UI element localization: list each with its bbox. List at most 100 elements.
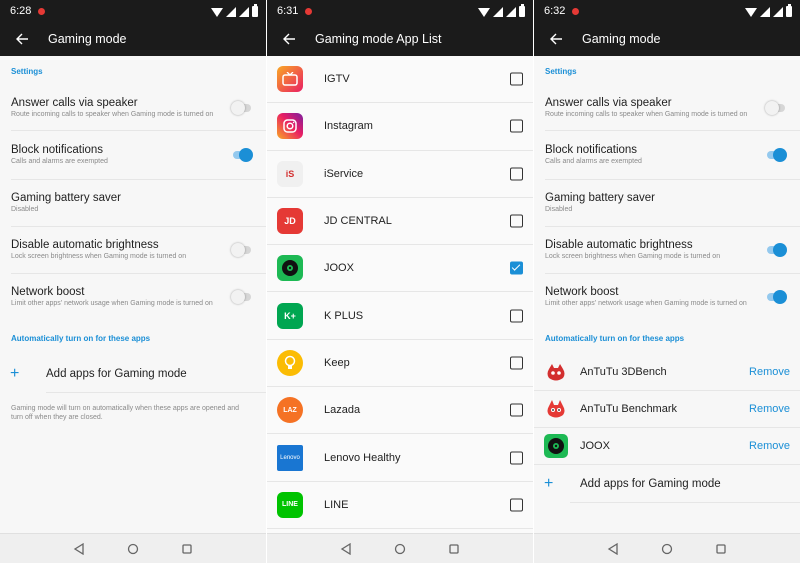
remove-antutu-benchmark-button[interactable]: Remove — [749, 403, 790, 415]
setting-title: Disable automatic brightness — [545, 239, 693, 251]
lazada-icon: LAZ — [277, 397, 303, 424]
wifi-icon — [478, 7, 490, 17]
setting-disable-auto-brightness[interactable]: Disable automatic brightness Lock screen… — [534, 227, 800, 273]
status-bar: 6:32 — [534, 0, 800, 22]
app-row-instagram[interactable]: Instagram — [267, 103, 533, 151]
app-list: IGTV Instagram iS iService JD JD CENTRAL — [267, 56, 533, 533]
app-checkbox-igtv[interactable] — [510, 72, 523, 86]
nav-home-icon[interactable] — [393, 542, 407, 556]
back-arrow-icon[interactable] — [12, 29, 32, 49]
back-arrow-icon[interactable] — [279, 29, 299, 49]
app-row-lazada[interactable]: LAZ Lazada — [267, 387, 533, 435]
setting-disable-auto-brightness[interactable]: Disable automatic brightness Lock screen… — [0, 227, 266, 273]
setting-answer-calls[interactable]: Answer calls via speaker Route incoming … — [0, 86, 266, 130]
battery-icon — [519, 3, 525, 17]
setting-subtitle: Lock screen brightness when Gaming mode … — [545, 253, 721, 260]
antutu-3dbench-icon — [544, 360, 568, 384]
nav-recents-icon[interactable] — [447, 542, 461, 556]
setting-network-boost[interactable]: Network boost Limit other apps' network … — [0, 274, 266, 320]
setting-block-notifications[interactable]: Block notifications Calls and alarms are… — [0, 131, 266, 179]
setting-title: Gaming battery saver — [11, 192, 121, 204]
notification-dot-icon — [38, 7, 46, 15]
app-row-keep[interactable]: Keep — [267, 340, 533, 388]
setting-gaming-battery-saver[interactable]: Gaming battery saver Disabled — [534, 180, 800, 226]
disable-auto-brightness-toggle[interactable] — [231, 243, 253, 257]
setting-block-notifications[interactable]: Block notifications Calls and alarms are… — [534, 131, 800, 179]
navigation-bar — [534, 533, 800, 563]
app-checkbox-lazada[interactable] — [510, 403, 523, 417]
app-row-iservice[interactable]: iS iService — [267, 151, 533, 198]
nav-back-icon[interactable] — [339, 542, 353, 556]
nav-home-icon[interactable] — [126, 542, 140, 556]
app-row-lenovo-healthy[interactable]: Lenovo Lenovo Healthy — [267, 434, 533, 482]
network-boost-toggle[interactable] — [231, 290, 253, 304]
app-checkbox-instagram[interactable] — [510, 119, 523, 133]
app-checkbox-keep[interactable] — [510, 356, 523, 370]
answer-calls-toggle[interactable] — [765, 101, 787, 115]
app-toolbar: Gaming mode App List — [267, 22, 533, 56]
app-row-igtv[interactable]: IGTV — [267, 56, 533, 104]
add-apps-button[interactable]: + Add apps for Gaming mode — [0, 356, 266, 392]
setting-subtitle: Limit other apps' network usage when Gam… — [11, 300, 213, 307]
app-toolbar: Gaming mode — [0, 22, 266, 56]
divider — [570, 502, 800, 503]
battery-icon — [786, 3, 792, 17]
setting-subtitle: Route incoming calls to speaker when Gam… — [545, 111, 748, 118]
wifi-icon — [211, 7, 223, 17]
status-time: 6:31 — [277, 5, 299, 17]
setting-subtitle: Limit other apps' network usage when Gam… — [545, 300, 747, 307]
setting-network-boost[interactable]: Network boost Limit other apps' network … — [534, 274, 800, 320]
disable-auto-brightness-toggle[interactable] — [765, 243, 787, 257]
nav-back-icon[interactable] — [606, 542, 620, 556]
block-notifications-toggle[interactable] — [765, 148, 787, 162]
settings-content: Settings Answer calls via speaker Route … — [0, 56, 266, 533]
remove-antutu-3dbench-button[interactable]: Remove — [749, 366, 790, 378]
screen-gaming-app-list: 6:31 Gaming mode App List IGTV Instagram… — [267, 0, 533, 563]
remove-joox-button[interactable]: Remove — [749, 440, 790, 452]
app-checkbox-joox[interactable] — [510, 261, 523, 275]
app-row-k-plus[interactable]: K+ K PLUS — [267, 292, 533, 340]
add-apps-button[interactable]: + Add apps for Gaming mode — [534, 465, 800, 502]
back-arrow-icon[interactable] — [546, 29, 566, 49]
jd-central-icon: JD — [277, 208, 303, 235]
navigation-bar — [267, 533, 533, 563]
status-icons — [211, 3, 258, 17]
game-row-antutu-benchmark: AnTuTu Benchmark Remove — [534, 391, 800, 428]
nav-back-icon[interactable] — [72, 542, 86, 556]
page-title: Gaming mode — [48, 32, 127, 46]
wifi-icon — [745, 7, 757, 17]
app-toolbar: Gaming mode — [534, 22, 800, 56]
app-row-line[interactable]: LINE LINE — [267, 482, 533, 529]
game-row-joox: JOOX Remove — [534, 428, 800, 465]
app-checkbox-lenovo-healthy[interactable] — [510, 451, 523, 465]
notification-dot-icon — [572, 7, 580, 15]
setting-gaming-battery-saver[interactable]: Gaming battery saver Disabled — [0, 180, 266, 226]
answer-calls-toggle[interactable] — [231, 101, 253, 115]
setting-subtitle: Disabled — [11, 206, 39, 213]
status-time: 6:28 — [10, 5, 32, 17]
setting-title: Block notifications — [11, 144, 104, 156]
app-checkbox-k-plus[interactable] — [510, 309, 523, 323]
app-name: Lenovo Healthy — [324, 451, 401, 464]
nav-home-icon[interactable] — [660, 542, 674, 556]
block-notifications-toggle[interactable] — [231, 148, 253, 162]
setting-subtitle: Calls and alarms are exempted — [11, 158, 108, 165]
setting-title: Disable automatic brightness — [11, 239, 159, 251]
app-checkbox-line[interactable] — [510, 498, 523, 512]
app-row-jd-central[interactable]: JD JD CENTRAL — [267, 198, 533, 246]
app-checkbox-iservice[interactable] — [510, 167, 523, 181]
app-row-joox[interactable]: JOOX — [267, 245, 533, 293]
app-checkbox-jd-central[interactable] — [510, 214, 523, 228]
app-name: JD CENTRAL — [324, 215, 392, 228]
app-name: iService — [324, 167, 364, 180]
setting-title: Network boost — [11, 286, 85, 298]
nav-recents-icon[interactable] — [180, 542, 194, 556]
instagram-icon — [277, 113, 303, 140]
setting-answer-calls[interactable]: Answer calls via speaker Route incoming … — [534, 86, 800, 130]
iservice-icon: iS — [277, 160, 303, 187]
app-name: Keep — [324, 356, 350, 369]
navigation-bar — [0, 533, 266, 563]
keep-icon — [277, 349, 303, 376]
network-boost-toggle[interactable] — [765, 290, 787, 304]
nav-recents-icon[interactable] — [714, 542, 728, 556]
